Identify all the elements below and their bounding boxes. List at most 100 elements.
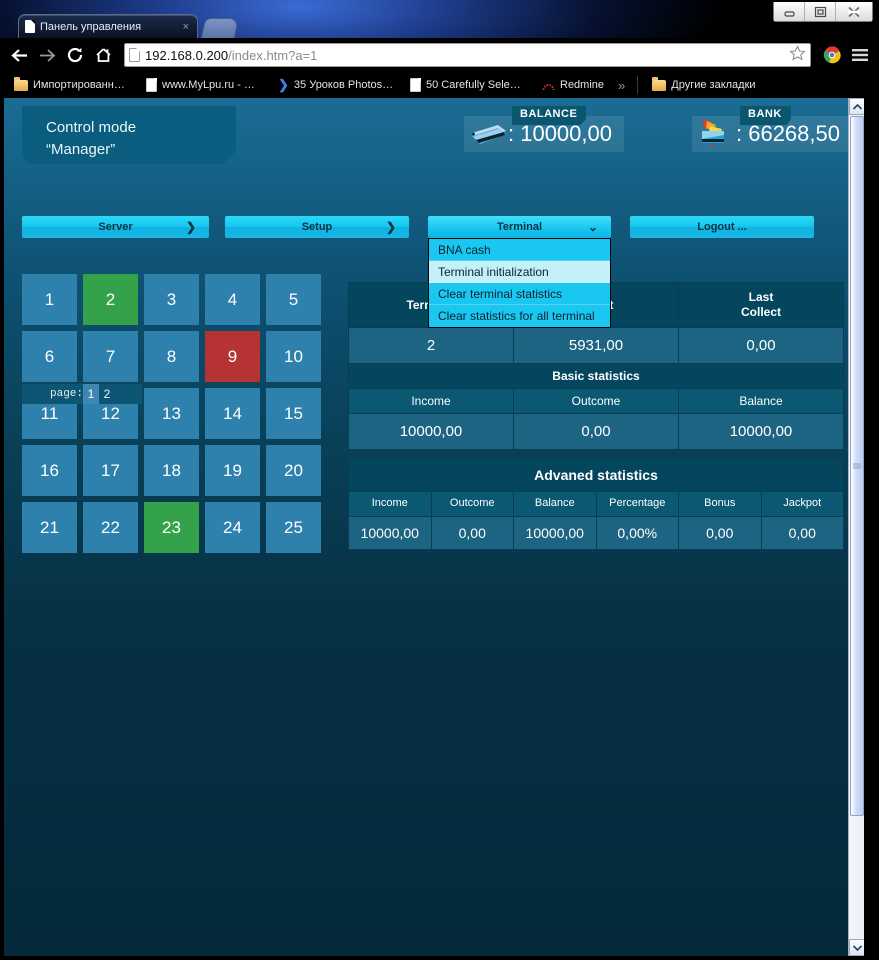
nav-label: Server [98, 221, 133, 233]
reload-icon[interactable] [62, 42, 88, 68]
bookmark-label: Импортированные из... [33, 79, 130, 91]
col-header-last-collect: Last Collect [678, 282, 844, 328]
bookmarks-overflow-button[interactable]: » [612, 78, 631, 93]
new-tab-button[interactable] [200, 18, 240, 38]
main-nav: Server ❯ Setup ❯ Terminal ⌄ Logout ... [22, 216, 822, 238]
vertical-scrollbar[interactable] [848, 98, 864, 956]
bookmarks-divider [637, 76, 639, 94]
browser-toolbar: 192.168.0.200/index.htm?a=1 [0, 38, 879, 72]
chevron-down-icon: ⌄ [587, 220, 598, 234]
col-header-bonus: Bonus [678, 491, 762, 517]
home-icon[interactable] [90, 42, 116, 68]
col-header-outcome: Outcome [430, 491, 514, 517]
menu-item-clear-terminal-statistics[interactable]: Clear terminal statistics [429, 283, 610, 305]
menu-item-terminal-initialization[interactable]: Terminal initialization [429, 261, 610, 283]
maximize-icon[interactable] [805, 2, 836, 21]
bookmark-star-icon[interactable] [789, 44, 806, 66]
terminal-cell[interactable]: 25 [266, 502, 321, 553]
terminal-cell[interactable]: 17 [83, 445, 138, 496]
terminal-cell[interactable]: 5 [266, 274, 321, 325]
tab-title: Панель управления [40, 20, 142, 33]
bookmark-label: 35 Уроков Photoshop... [293, 79, 394, 91]
bookmark-label: Redmine [560, 79, 605, 91]
nav-button-server[interactable]: Server ❯ [22, 216, 209, 238]
nav-button-logout[interactable]: Logout ... [630, 216, 814, 238]
terminal-cell[interactable]: 16 [22, 445, 77, 496]
hamburger-menu-icon[interactable] [847, 42, 873, 68]
terminal-cell[interactable]: 9 [205, 331, 260, 382]
terminal-cell[interactable]: 6 [22, 331, 77, 382]
terminal-cell[interactable]: 15 [266, 388, 321, 439]
cell-balance: 10000,00 [678, 413, 844, 450]
col-header-outcome: Outcome [513, 388, 679, 414]
terminal-cell[interactable]: 14 [205, 388, 260, 439]
terminal-cell[interactable]: 3 [144, 274, 199, 325]
scrollbar-grip-icon [853, 463, 861, 470]
chrome-logo-icon[interactable] [819, 42, 845, 68]
tab-favicon-icon [25, 20, 35, 33]
bookmark-item[interactable]: Импортированные из... [6, 74, 138, 96]
terminal-cell[interactable]: 18 [144, 445, 199, 496]
col-header-percentage: Percentage [595, 491, 679, 517]
col-header-balance: Balance [678, 388, 844, 414]
window-controls [773, 2, 873, 22]
table-row: 2 5931,00 0,00 [348, 327, 844, 364]
control-mode-line1: Control mode [46, 119, 137, 136]
terminal-cell[interactable]: 2 [83, 274, 138, 325]
terminal-cell[interactable]: 20 [266, 445, 321, 496]
terminal-cell[interactable]: 10 [266, 331, 321, 382]
tab-close-icon[interactable]: × [181, 21, 191, 33]
forward-arrow-icon[interactable] [34, 42, 60, 68]
table-subheader-row: Income Outcome Balance [348, 388, 844, 414]
table-row: 10000,00 0,00 10000,00 [348, 413, 844, 450]
address-bar-text: 192.168.0.200/index.htm?a=1 [145, 47, 318, 63]
terminal-cell[interactable]: 21 [22, 502, 77, 553]
minimize-icon[interactable] [774, 2, 805, 21]
terminal-cell[interactable]: 23 [144, 502, 199, 553]
bookmark-item[interactable]: www.MyLpu.ru - Сист... [138, 74, 270, 96]
terminal-cell[interactable]: 8 [144, 331, 199, 382]
terminal-cell[interactable]: 4 [205, 274, 260, 325]
close-icon[interactable] [836, 2, 872, 21]
terminal-cell[interactable]: 24 [205, 502, 260, 553]
document-icon [410, 78, 421, 92]
section-title-advanced: Advaned statistics [348, 458, 844, 492]
bookmark-item[interactable]: ❯ 35 Уроков Photoshop... [270, 74, 402, 96]
browser-titlebar: Панель управления × [0, 0, 879, 38]
menu-item-bna-cash[interactable]: BNA cash [429, 239, 610, 261]
page-button-1[interactable]: 1 [83, 384, 100, 404]
nav-label: Setup [301, 221, 333, 233]
bookmark-item[interactable]: 50 Carefully Selected ... [402, 74, 534, 96]
page-button-2[interactable]: 2 [99, 384, 115, 404]
col-header-income: Income [348, 388, 514, 414]
bookmark-item[interactable]: Redmine [534, 74, 612, 96]
section-row: Basic statistics [348, 363, 844, 389]
nav-button-terminal[interactable]: Terminal ⌄ [428, 216, 611, 238]
address-bar[interactable]: 192.168.0.200/index.htm?a=1 [124, 43, 811, 67]
terminal-cell[interactable]: 1 [22, 274, 77, 325]
page-favicon-icon [129, 48, 140, 62]
nav-label: Logout ... [697, 221, 747, 233]
terminal-cell[interactable]: 22 [83, 502, 138, 553]
terminal-dropdown-menu: BNA cash Terminal initialization Clear t… [428, 238, 611, 328]
terminal-cell[interactable]: 19 [205, 445, 260, 496]
other-bookmarks-button[interactable]: Другие закладки [644, 74, 763, 96]
nav-button-setup[interactable]: Setup ❯ [225, 216, 409, 238]
menu-item-clear-statistics-all-terminal[interactable]: Clear statistics for all terminal [429, 305, 610, 327]
folder-icon [14, 76, 28, 91]
cell-bonus: 0,00 [678, 515, 762, 550]
pagination-label: page: [50, 388, 84, 400]
scroll-up-button[interactable] [849, 98, 864, 115]
terminal-grid-row: 21 22 23 24 25 [22, 502, 334, 553]
table-row: 10000,00 0,00 10000,00 0,00% 0,00 0,00 [348, 515, 844, 550]
terminal-cell[interactable]: 13 [144, 388, 199, 439]
scrollbar-thumb[interactable] [850, 116, 864, 816]
browser-tab[interactable]: Панель управления × [18, 14, 198, 38]
cell-outcome: 0,00 [430, 515, 514, 550]
col-header-jackpot: Jackpot [760, 491, 844, 517]
col-header-income: Income [348, 491, 432, 517]
chevron-icon: ❯ [278, 77, 289, 92]
back-arrow-icon[interactable] [6, 42, 32, 68]
terminal-cell[interactable]: 7 [83, 331, 138, 382]
scroll-down-button[interactable] [849, 939, 864, 956]
